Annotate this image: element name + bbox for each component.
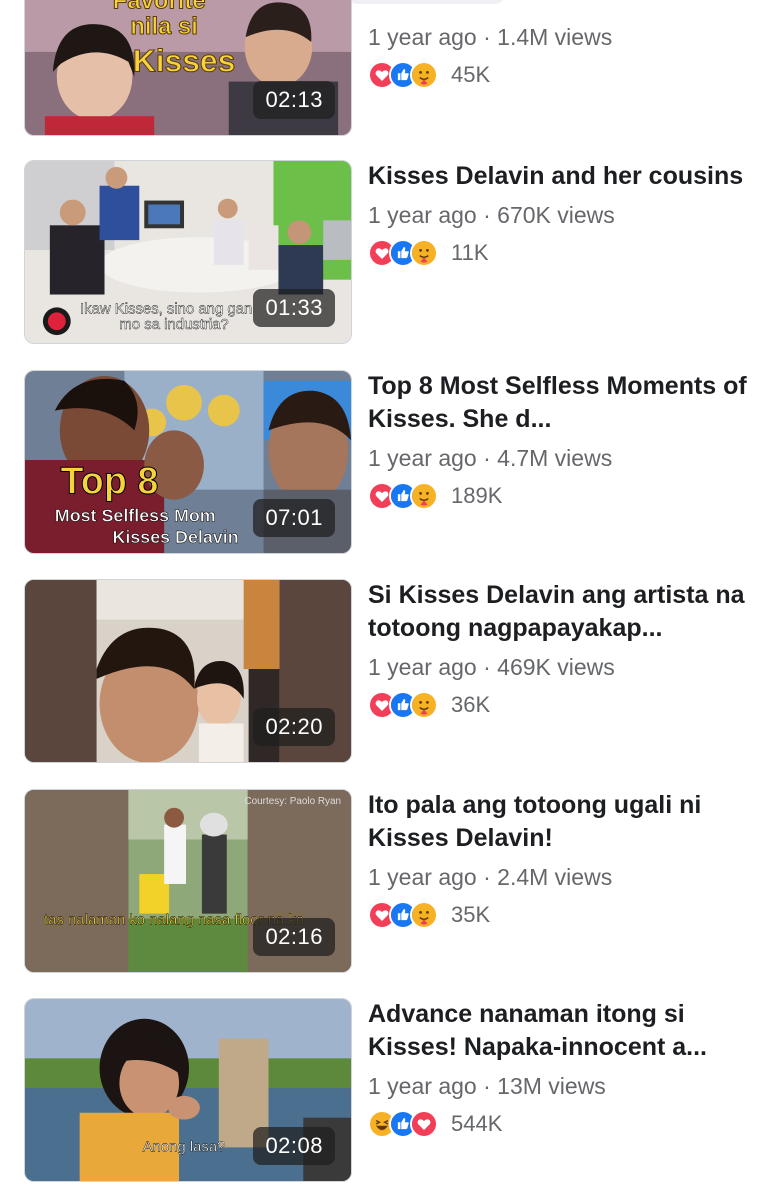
video-meta: Kisses Delavin and her cousins 1 year ag… — [368, 160, 748, 268]
video-title[interactable]: Advance nanaman itong si Kisses! Napaka-… — [368, 998, 748, 1064]
reaction-icons — [368, 691, 438, 719]
reaction-icons — [368, 61, 438, 89]
video-feed: Favorite nila si Kisses 02:13 1 year ago… — [0, 0, 762, 1200]
video-meta: Advance nanaman itong si Kisses! Napaka-… — [368, 998, 748, 1139]
video-thumbnail[interactable]: 02:20 — [24, 579, 352, 763]
video-item[interactable]: 02:20 Si Kisses Delavin ang artista na t… — [0, 579, 762, 765]
reaction-icons — [368, 239, 438, 267]
reaction-count: 45K — [451, 62, 491, 87]
video-stats: 1 year ago · 4.7M views — [368, 443, 748, 473]
video-age: 1 year ago — [368, 445, 477, 471]
video-item[interactable]: Favorite nila si Kisses 02:13 1 year ago… — [0, 0, 762, 138]
reaction-count: 36K — [451, 692, 491, 717]
video-age: 1 year ago — [368, 654, 477, 680]
video-title[interactable]: Top 8 Most Selfless Moments of Kisses. S… — [368, 370, 748, 436]
reaction-summary[interactable]: 36K — [368, 690, 748, 720]
care-reaction-icon — [410, 239, 438, 267]
video-duration: 01:33 — [253, 289, 335, 327]
video-views: 2.4M views — [497, 864, 613, 890]
reaction-count: 35K — [451, 902, 491, 927]
reaction-summary[interactable]: 45K — [368, 60, 748, 90]
video-meta: Top 8 Most Selfless Moments of Kisses. S… — [368, 370, 748, 511]
stats-separator: · — [476, 24, 498, 50]
video-title[interactable]: Kisses Delavin and her cousins — [368, 160, 748, 193]
reaction-icons — [368, 1110, 438, 1138]
stats-separator: · — [476, 864, 498, 890]
video-stats: 1 year ago · 2.4M views — [368, 862, 748, 892]
thumbnail-caption: Anong lasa? — [143, 1139, 226, 1155]
video-thumbnail[interactable]: Favorite nila si Kisses 02:13 — [24, 0, 352, 136]
video-views: 469K views — [497, 654, 615, 680]
video-age: 1 year ago — [368, 1073, 477, 1099]
thumbnail-caption: Top 8 — [61, 460, 159, 502]
care-reaction-icon — [410, 691, 438, 719]
stats-separator: · — [476, 445, 498, 471]
stats-separator: · — [476, 654, 498, 680]
care-reaction-icon — [410, 901, 438, 929]
video-stats: 1 year ago · 469K views — [368, 652, 748, 682]
stats-separator: · — [476, 1073, 498, 1099]
video-thumbnail[interactable]: Top 8 Most Selfless Mom Kisses Delavin 0… — [24, 370, 352, 554]
video-age: 1 year ago — [368, 864, 477, 890]
video-thumbnail[interactable]: Ikaw Kisses, sino ang gan mo sa industri… — [24, 160, 352, 344]
care-reaction-icon — [410, 61, 438, 89]
video-views: 670K views — [497, 202, 615, 228]
video-title[interactable]: Si Kisses Delavin ang artista na totoong… — [368, 579, 748, 645]
reaction-summary[interactable]: 11K — [368, 238, 748, 268]
video-duration: 02:20 — [253, 708, 335, 746]
video-item[interactable]: tas nalaman ko nalang nasa floor na ko C… — [0, 789, 762, 975]
video-duration: 02:16 — [253, 918, 335, 956]
stats-separator: · — [476, 202, 498, 228]
video-meta: Ito pala ang totoong ugali ni Kisses Del… — [368, 789, 748, 930]
reaction-icons — [368, 901, 438, 929]
video-meta: Si Kisses Delavin ang artista na totoong… — [368, 579, 748, 720]
thumbnail-caption: Kisses Delavin — [112, 527, 238, 547]
reaction-summary[interactable]: 35K — [368, 900, 748, 930]
video-age: 1 year ago — [368, 202, 477, 228]
video-thumbnail[interactable]: tas nalaman ko nalang nasa floor na ko C… — [24, 789, 352, 973]
video-stats: 1 year ago · 670K views — [368, 200, 748, 230]
video-title[interactable]: Ito pala ang totoong ugali ni Kisses Del… — [368, 789, 748, 855]
video-item[interactable]: Anong lasa? 02:08 Advance nanaman itong … — [0, 998, 762, 1184]
video-views: 4.7M views — [497, 445, 613, 471]
thumbnail-caption: nila si — [130, 13, 198, 40]
thumbnail-caption: mo sa industria? — [119, 317, 228, 333]
video-age: 1 year ago — [368, 24, 477, 50]
reaction-count: 544K — [451, 1111, 503, 1136]
video-item[interactable]: Top 8 Most Selfless Mom Kisses Delavin 0… — [0, 370, 762, 556]
video-stats: 1 year ago · 13M views — [368, 1071, 748, 1101]
thumbnail-caption: Kisses — [133, 43, 236, 79]
thumbnail-caption: Most Selfless Mom — [55, 505, 216, 525]
thumbnail-caption: Ikaw Kisses, sino ang gan — [80, 301, 252, 317]
reaction-summary[interactable]: 544K — [368, 1109, 748, 1139]
reaction-summary[interactable]: 189K — [368, 481, 748, 511]
video-duration: 02:08 — [253, 1127, 335, 1165]
care-reaction-icon — [410, 482, 438, 510]
reaction-icons — [368, 482, 438, 510]
video-thumbnail[interactable]: Anong lasa? 02:08 — [24, 998, 352, 1182]
love-reaction-icon — [410, 1110, 438, 1138]
reaction-count: 189K — [451, 483, 503, 508]
video-views: 13M views — [497, 1073, 606, 1099]
video-meta: 1 year ago · 1.4M views 45K — [368, 0, 748, 90]
video-duration: 07:01 — [253, 499, 335, 537]
video-duration: 02:13 — [253, 81, 335, 119]
video-stats: 1 year ago · 1.4M views — [368, 22, 748, 52]
video-views: 1.4M views — [497, 24, 613, 50]
video-item[interactable]: Ikaw Kisses, sino ang gan mo sa industri… — [0, 160, 762, 346]
reaction-count: 11K — [451, 240, 489, 265]
thumbnail-credit: Courtesy: Paolo Ryan — [244, 796, 341, 807]
